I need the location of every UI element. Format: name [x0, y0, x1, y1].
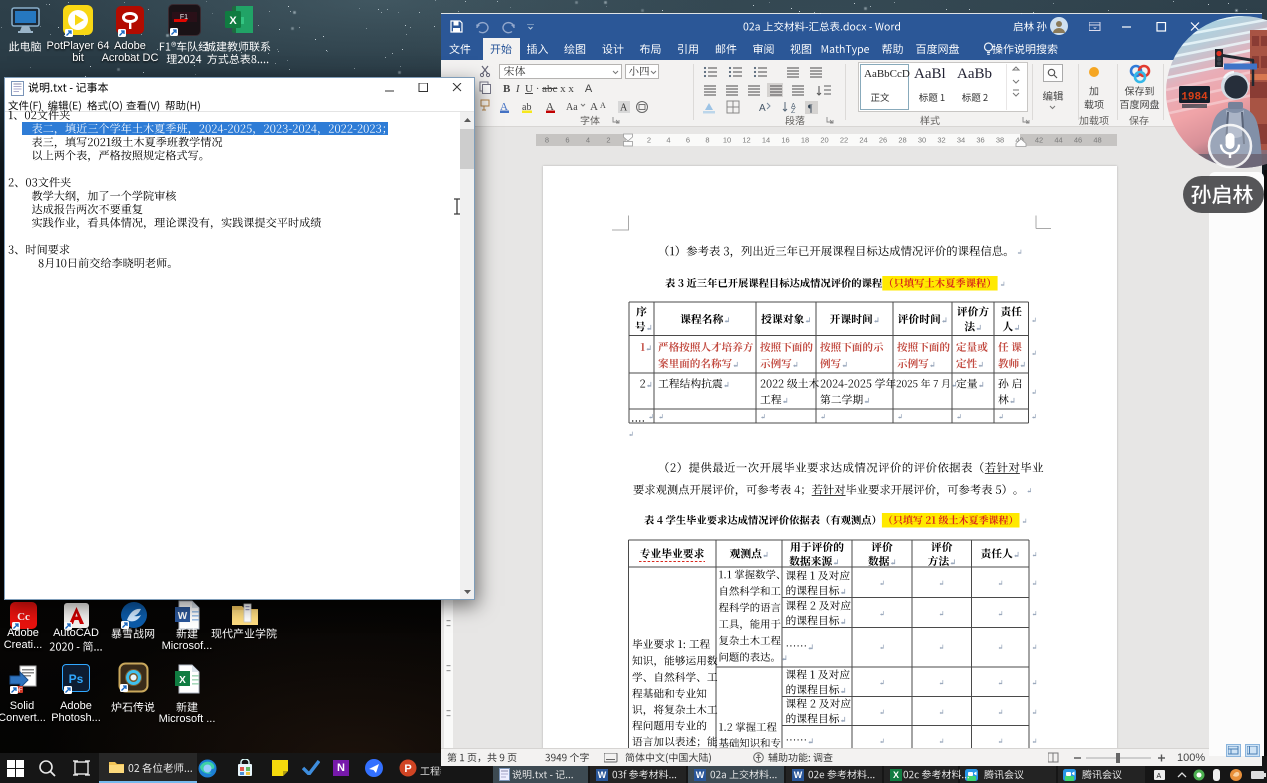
svg-text:F1: F1: [180, 14, 188, 21]
svg-text:X: X: [229, 15, 237, 27]
svg-text:A: A: [1157, 773, 1162, 780]
svg-text:A: A: [759, 103, 766, 114]
svg-text:Aa: Aa: [566, 102, 578, 113]
svg-text:A: A: [600, 101, 606, 110]
svg-text:1984: 1984: [1181, 92, 1208, 104]
svg-text:¶: ¶: [808, 104, 813, 115]
svg-text:A: A: [620, 103, 628, 114]
svg-text:Ps: Ps: [69, 672, 84, 686]
svg-text:P: P: [404, 763, 411, 775]
svg-text:W: W: [178, 611, 188, 622]
svg-text:A: A: [590, 101, 598, 113]
svg-text:X: X: [179, 675, 186, 686]
svg-text:Z: Z: [791, 108, 796, 114]
